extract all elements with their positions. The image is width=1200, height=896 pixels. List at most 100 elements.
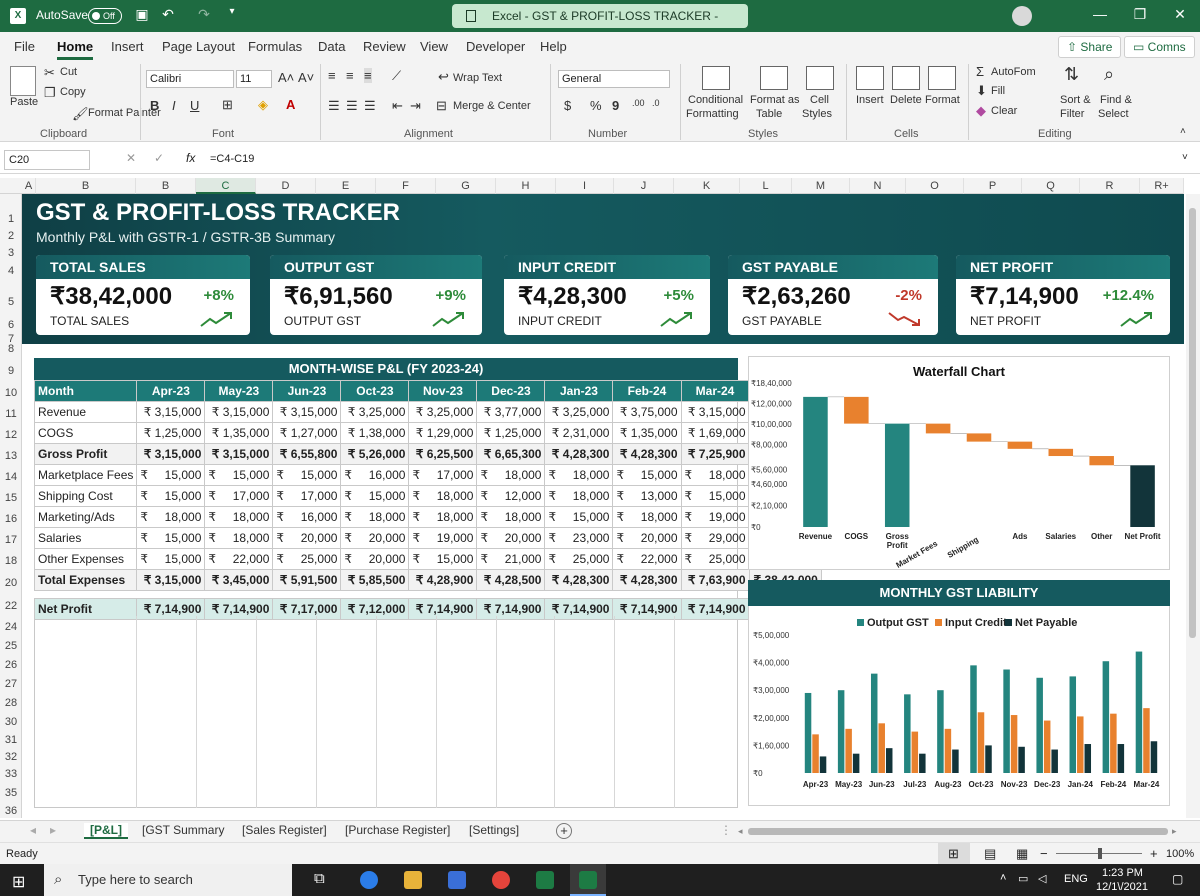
number-format-select[interactable]: General xyxy=(558,70,670,88)
table-cell[interactable]: ₹ 2,31,000 xyxy=(544,422,614,444)
table-cell[interactable]: ₹ 21,000 xyxy=(476,548,546,570)
table-cell[interactable]: ₹ 22,000 xyxy=(612,548,682,570)
autosum-button[interactable]: AutoFom xyxy=(991,66,1036,78)
fill-color-icon[interactable]: ◈ xyxy=(258,97,268,113)
row-header[interactable]: 17 xyxy=(0,533,22,547)
table-cell[interactable]: ₹ 18,000 xyxy=(544,464,614,486)
table-cell[interactable]: ₹ 18,000 xyxy=(204,506,274,528)
column-header[interactable]: K xyxy=(674,178,740,194)
table-cell[interactable]: ₹ 7,63,900 xyxy=(680,569,750,591)
row-header[interactable]: 27 xyxy=(0,677,22,691)
row-label[interactable]: Marketplace Fees xyxy=(33,464,138,486)
column-header[interactable]: C xyxy=(196,178,256,194)
table-cell[interactable]: ₹ 4,28,500 xyxy=(476,569,546,591)
zoom-slider-thumb[interactable] xyxy=(1098,848,1102,859)
table-cell[interactable]: ₹ 3,75,000 xyxy=(612,401,682,423)
table-cell[interactable]: ₹ 4,28,300 xyxy=(544,443,614,465)
row-header[interactable]: 25 xyxy=(0,639,22,653)
table-cell[interactable]: ₹ 3,15,000 xyxy=(204,443,274,465)
decrease-decimal-icon[interactable]: .0 xyxy=(652,98,660,108)
table-cell[interactable]: ₹ 15,000 xyxy=(136,527,206,549)
tab-scroll-handle-icon[interactable]: ⋮ xyxy=(720,823,732,837)
clock-date[interactable]: 12/1\/2021 xyxy=(1096,881,1148,893)
row-header[interactable]: 15 xyxy=(0,491,22,505)
table-cell[interactable]: ₹ 18,000 xyxy=(408,506,478,528)
currency-button[interactable]: $ xyxy=(564,98,571,113)
row-header[interactable]: 5 xyxy=(0,295,22,309)
row-header[interactable]: 33 xyxy=(0,767,22,781)
table-cell[interactable]: ₹ 20,000 xyxy=(612,527,682,549)
table-cell[interactable]: ₹ 29,000 xyxy=(680,527,750,549)
insert-function-icon[interactable]: fx xyxy=(186,151,195,165)
increase-decimal-icon[interactable]: .00 xyxy=(632,98,645,108)
row-header[interactable]: 3 xyxy=(0,246,22,260)
font-size-select[interactable]: 11 xyxy=(236,70,272,88)
table-cell[interactable]: ₹ 1,38,000 xyxy=(340,422,410,444)
add-sheet-icon[interactable]: + xyxy=(556,823,572,839)
column-header[interactable]: M xyxy=(792,178,850,194)
windows-start-icon[interactable]: ⊞ xyxy=(12,872,25,892)
decrease-indent-icon[interactable]: ⇤ xyxy=(392,98,403,114)
row-header[interactable]: 36 xyxy=(0,804,22,818)
table-cell[interactable]: ₹ 6,55,800 xyxy=(272,443,342,465)
align-center-icon[interactable]: ☰ xyxy=(346,98,358,114)
paste-icon[interactable] xyxy=(10,66,36,96)
network-icon[interactable]: ▭ xyxy=(1018,872,1028,885)
menu-developer[interactable]: Developer xyxy=(466,39,525,54)
row-header[interactable]: 35 xyxy=(0,786,22,800)
orientation-icon[interactable]: ⟋ xyxy=(392,68,401,84)
table-cell[interactable]: ₹ 5,91,500 xyxy=(272,569,342,591)
table-cell[interactable]: ₹ 3,15,000 xyxy=(204,401,274,423)
store-icon[interactable] xyxy=(448,871,466,889)
table-cell[interactable]: ₹ 7,25,900 xyxy=(680,443,750,465)
expand-formula-icon[interactable]: ˅ xyxy=(1182,152,1188,163)
row-header[interactable]: 26 xyxy=(0,658,22,672)
sheet-tab-purchase-register[interactable]: [Purchase Register] xyxy=(345,823,450,837)
column-header[interactable]: R+ xyxy=(1140,178,1184,194)
volume-icon[interactable]: ◁ xyxy=(1038,872,1046,885)
scroll-thumb[interactable] xyxy=(1189,208,1196,638)
table-cell[interactable]: ₹ 7,12,000 xyxy=(340,598,410,620)
table-cell[interactable]: ₹ 3,25,000 xyxy=(544,401,614,423)
table-cell[interactable]: ₹ 3,77,000 xyxy=(476,401,546,423)
menu-insert[interactable]: Insert xyxy=(111,39,144,54)
table-cell[interactable]: ₹ 1,35,000 xyxy=(612,422,682,444)
row-header[interactable]: 2 xyxy=(0,229,22,243)
bold-button[interactable]: B xyxy=(150,98,159,113)
chrome-icon[interactable] xyxy=(492,871,510,889)
row-header[interactable]: 31 xyxy=(0,733,22,747)
table-cell[interactable]: ₹ 16,000 xyxy=(272,506,342,528)
font-name-select[interactable]: Calibri xyxy=(146,70,234,88)
borders-icon[interactable]: ⊞ xyxy=(222,97,233,113)
notification-icon[interactable]: ▢ xyxy=(1172,872,1183,886)
table-cell[interactable]: ₹ 1,25,000 xyxy=(476,422,546,444)
column-header[interactable]: G xyxy=(436,178,496,194)
table-cell[interactable]: ₹ 4,28,300 xyxy=(612,443,682,465)
font-color-icon[interactable]: A xyxy=(286,97,295,112)
delete-cells-button[interactable]: Delete xyxy=(890,94,922,106)
row-header[interactable]: 4 xyxy=(0,264,22,278)
increase-font-icon[interactable]: A˄ xyxy=(278,70,294,85)
underline-button[interactable]: U xyxy=(190,98,199,113)
table-cell[interactable]: ₹ 18,000 xyxy=(476,506,546,528)
row-label[interactable]: Total Expenses xyxy=(33,569,138,591)
row-header[interactable]: 14 xyxy=(0,470,22,484)
cell-styles-button[interactable]: Cell xyxy=(810,94,829,106)
format-as-table-button[interactable]: Format as xyxy=(750,94,800,106)
row-header[interactable]: 28 xyxy=(0,696,22,710)
column-header[interactable]: N xyxy=(850,178,906,194)
zoom-in-button[interactable]: + xyxy=(1150,846,1158,861)
decrease-font-icon[interactable]: A˅ xyxy=(298,70,314,85)
table-cell[interactable]: ₹ 6,25,500 xyxy=(408,443,478,465)
table-cell[interactable]: ₹ 18,000 xyxy=(204,527,274,549)
table-cell[interactable]: ₹ 20,000 xyxy=(340,527,410,549)
table-cell[interactable]: ₹ 1,35,000 xyxy=(204,422,274,444)
menu-file[interactable]: File xyxy=(14,39,35,54)
conditional-formatting-button[interactable]: Conditional xyxy=(688,94,743,106)
sheet-tab-pl[interactable]: [P&L] xyxy=(84,823,128,839)
redo-icon[interactable]: ↷ xyxy=(194,6,214,23)
scroll-right-icon[interactable]: ▸ xyxy=(1172,826,1177,837)
table-cell[interactable]: ₹ 15,000 xyxy=(136,485,206,507)
table-cell[interactable]: ₹ 1,27,000 xyxy=(272,422,342,444)
table-cell[interactable]: ₹ 18,000 xyxy=(340,506,410,528)
